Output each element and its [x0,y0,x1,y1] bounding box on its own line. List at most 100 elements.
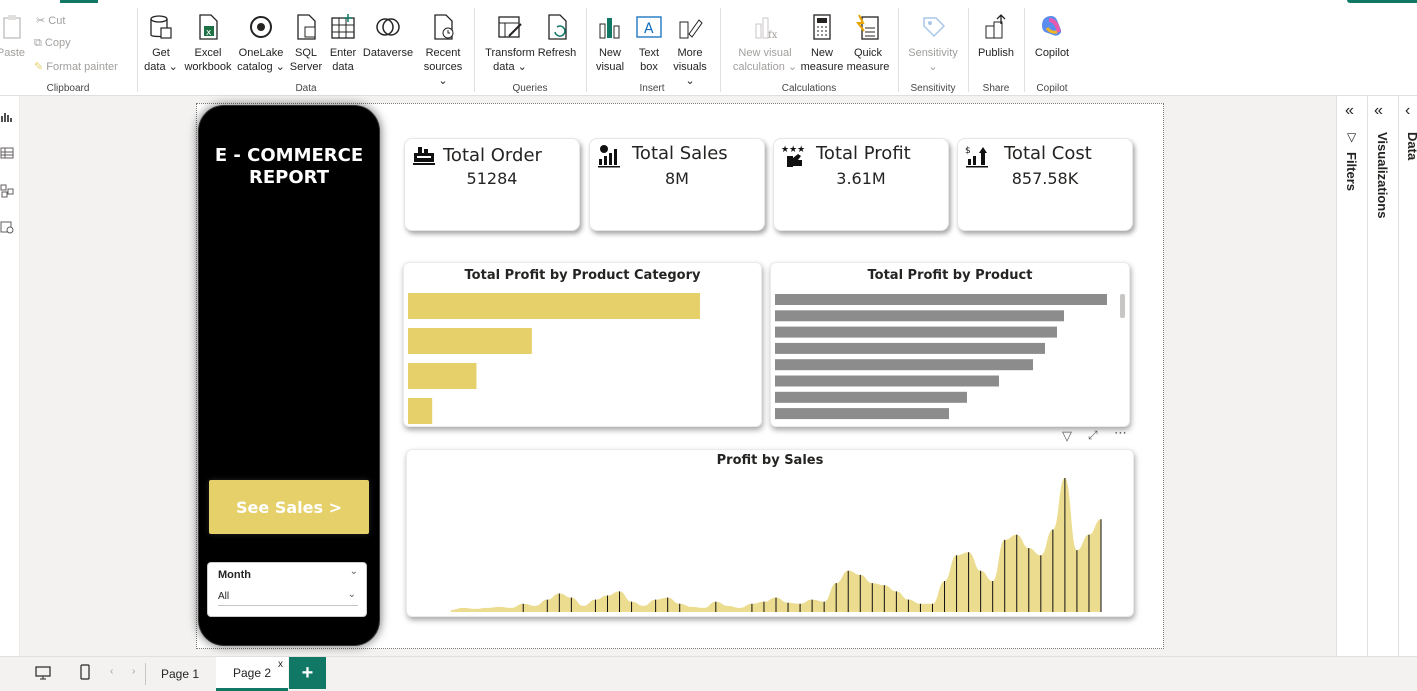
profit-by-category-chart[interactable]: Total Profit by Product Category [403,262,762,427]
dataverse-label: Dataverse [362,47,414,59]
copy-icon: ⧉ [34,37,45,49]
copy-button[interactable]: ⧉ Copy [34,37,71,50]
transform-data-button[interactable]: Transform data ⌄ [482,12,538,74]
excel-workbook-button[interactable]: x Excel workbook [182,12,234,74]
add-page-button[interactable]: + [289,657,326,689]
view-rail [0,96,20,656]
dropdown-chevron-icon: ⌄ [347,589,356,600]
see-sales-button[interactable]: See Sales > [209,480,369,534]
more-visuals-button[interactable]: More visuals ⌄ [668,12,712,88]
table-view-icon[interactable] [0,146,14,160]
model-view-icon[interactable] [0,184,14,198]
onelake-icon [250,16,272,38]
visualizations-pane-label: Visualizations [1375,132,1390,219]
focus-mode-icon[interactable]: ⤢ [1088,428,1098,443]
sql-label-2: Server [289,61,323,73]
scroll-left-icon[interactable]: ‹ [110,666,113,677]
get-data-label-2: data ⌄ [144,61,178,73]
kpi-card-total-order[interactable]: Total Order 51284 [404,138,580,231]
chart-scrollbar[interactable] [1120,294,1125,318]
publish-label: Publish [977,47,1015,59]
share-group: Publish Share [970,0,1022,96]
close-tab-icon[interactable]: x [278,659,283,670]
month-slicer[interactable]: Month ⌄ All ⌄ [207,562,367,617]
chevron-down-icon[interactable]: ⌄ [350,566,358,577]
excel-label-2: workbook [184,61,232,73]
text-box-button[interactable]: A Text box [632,12,666,74]
data-pane-label: Data [1405,132,1417,161]
kpi-card-total-profit[interactable]: ★★★ Total Profit 3.61M [773,138,949,231]
filter-icon[interactable]: ▽ [1062,428,1072,444]
slicer-dropdown[interactable]: All ⌄ [218,588,358,606]
dataverse-button[interactable]: Dataverse [360,12,416,60]
visualizations-pane[interactable]: « Visualizations [1367,96,1398,656]
table-grid-icon [331,14,355,39]
get-data-button[interactable]: Get data ⌄ [144,12,178,74]
new-visual-icon [599,18,620,39]
more-visuals-icon [679,19,703,39]
copilot-icon [1042,15,1062,36]
refresh-icon [548,14,567,40]
visual-calc-label-2: calculation ⌄ [732,61,798,73]
sales-icon [598,145,620,168]
paste-button[interactable]: Paste [0,12,28,60]
bar [408,328,532,354]
kpi-card-total-sales[interactable]: Total Sales 8M [589,138,765,231]
cut-button[interactable]: ✂ Cut [36,14,65,27]
recent-sources-button[interactable]: Recent sources ⌄ [418,12,468,88]
queries-group-label: Queries [512,83,548,94]
ribbon-separator [137,8,138,92]
data-pane[interactable]: ‹ Data [1398,96,1417,656]
kpi-label: Total Cost [1004,143,1092,164]
collapse-data-icon[interactable]: ‹ [1405,102,1410,120]
profit-by-sales-chart[interactable]: Profit by Sales [406,449,1134,617]
svg-text:fx: fx [768,30,778,41]
filters-pane[interactable]: « ▽ Filters [1336,96,1367,656]
bar [775,391,967,403]
copy-label: Copy [44,37,71,49]
queries-group: Transform data ⌄ Refresh Queries [476,0,584,96]
database-icon [150,15,172,39]
quick-measure-button[interactable]: Quick measure [844,12,892,74]
quick-measure-label-2: measure [846,61,890,73]
sensitivity-button[interactable]: Sensitivity ⌄ [904,12,962,74]
kpi-value: 51284 [466,169,518,188]
collapse-visualizations-icon[interactable]: « [1374,102,1383,120]
mobile-layout-icon[interactable] [78,663,92,681]
new-visual-button[interactable]: New visual [594,12,626,74]
svg-text:A: A [644,21,654,37]
collapse-filters-icon[interactable]: « [1345,102,1354,120]
more-visuals-label-1: More [677,47,703,59]
recent-sources-icon [434,14,454,40]
publish-button[interactable]: Publish [974,12,1018,60]
cut-label: Cut [48,15,66,27]
enter-data-button[interactable]: Enter data [326,12,360,74]
scissors-icon: ✂ [36,15,49,27]
format-painter-button[interactable]: ✎ Format painter [34,60,118,73]
dax-query-view-icon[interactable] [0,220,14,234]
more-options-icon[interactable]: ⋯ [1114,425,1127,441]
calculations-group: fx New visual calculation ⌄ New measure Qu… [722,0,896,96]
onelake-label-2: catalog ⌄ [237,61,285,73]
new-measure-button[interactable]: New measure [800,12,844,74]
new-visual-label-1: New [598,47,621,59]
data-group-label: Data [295,83,317,94]
kpi-value: 857.58K [1011,169,1079,188]
paste-icon [3,15,21,39]
kpi-card-total-cost[interactable]: $ Total Cost 857.58K [957,138,1133,231]
new-visual-calculation-button[interactable]: fx New visual calculation ⌄ [730,12,800,74]
scroll-right-icon[interactable]: › [132,666,135,677]
ribbon-separator [968,8,969,92]
report-view-icon[interactable] [0,110,14,124]
clipboard-group-label: Clipboard [46,83,90,94]
refresh-button[interactable]: Refresh [536,12,578,60]
sql-server-icon [297,14,316,40]
page-tab-1[interactable]: Page 1 [150,657,210,691]
copilot-button[interactable]: Copilot [1028,12,1076,60]
onelake-catalog-button[interactable]: OneLake catalog ⌄ [236,12,286,74]
share-button-edge[interactable] [1347,0,1417,3]
insert-group-label: Insert [639,83,665,94]
profit-by-product-chart[interactable]: Total Profit by Product [770,262,1130,427]
sql-server-button[interactable]: SQL Server [288,12,324,74]
desktop-layout-icon[interactable] [34,665,52,681]
